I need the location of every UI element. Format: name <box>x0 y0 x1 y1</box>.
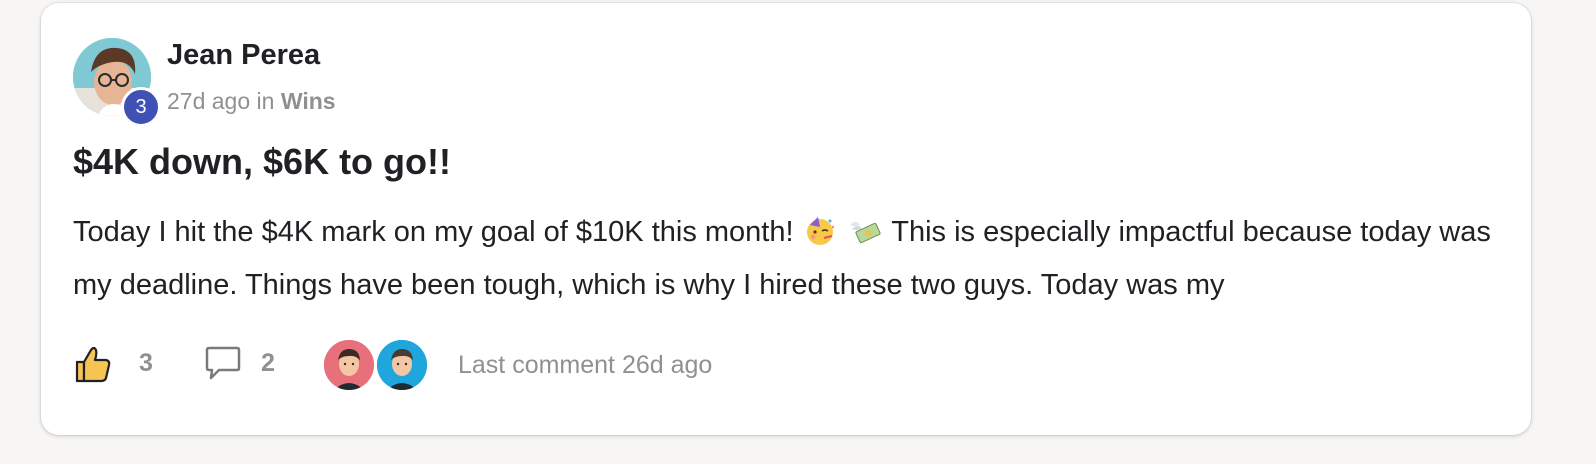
like-count: 3 <box>139 349 153 377</box>
comment-button[interactable] <box>203 346 243 382</box>
post-meta: 27d ago in Wins <box>167 88 336 115</box>
post-footer: 3 2 Last comment 26d ago <box>73 336 1073 392</box>
post-card[interactable]: 3 Jean Perea 27d ago in Wins $4K down, $… <box>41 3 1531 435</box>
post-body-text-1: Today I hit the $4K mark on my goal of $… <box>73 216 794 248</box>
level-badge: 3 <box>121 87 161 127</box>
author-name[interactable]: Jean Perea <box>167 39 320 72</box>
commenter-avatar-1[interactable] <box>324 340 374 390</box>
post-time: 27d ago <box>167 88 251 114</box>
post-body[interactable]: Today I hit the $4K mark on my goal of $… <box>73 209 1493 303</box>
commenter-avatar-2[interactable] <box>377 340 427 390</box>
thumbs-up-icon <box>75 346 111 383</box>
post-title[interactable]: $4K down, $6K to go!! <box>73 141 451 183</box>
money-with-wings-emoji-icon <box>848 215 882 262</box>
like-button[interactable] <box>73 344 113 384</box>
last-comment-time[interactable]: Last comment 26d ago <box>458 351 712 380</box>
category-link[interactable]: Wins <box>281 88 336 114</box>
commenter-avatar-image <box>324 340 374 390</box>
comment-bubble-icon <box>205 346 241 380</box>
commenter-avatar-image <box>377 340 427 390</box>
partying-face-emoji-icon <box>804 215 836 262</box>
comment-count: 2 <box>261 349 275 377</box>
meta-in-word: in <box>256 88 275 114</box>
author-avatar[interactable]: 3 <box>73 38 161 127</box>
